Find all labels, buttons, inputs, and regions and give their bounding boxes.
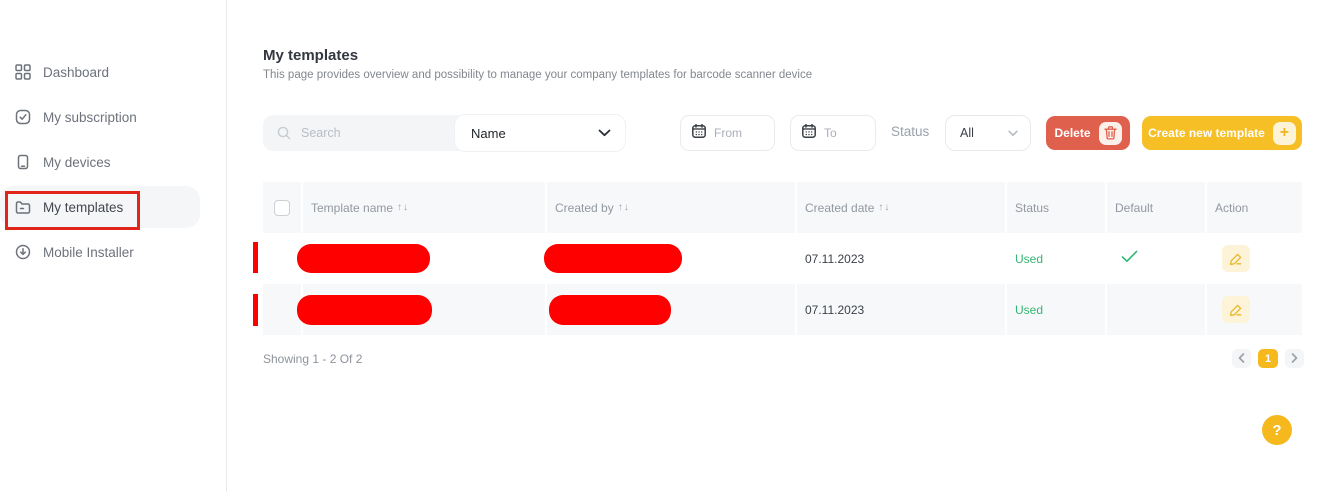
search-icon xyxy=(276,125,292,141)
sidebar-item-label: Dashboard xyxy=(43,65,109,80)
search-field-select-value: Name xyxy=(471,126,506,141)
created-date-value: 07.11.2023 xyxy=(805,303,864,317)
dashboard-grid-icon xyxy=(14,64,31,81)
redaction-block-template-name-row1 xyxy=(297,244,430,273)
sidebar-item-my-subscription[interactable]: My subscription xyxy=(0,96,227,138)
calendar-icon xyxy=(692,124,706,143)
select-all-checkbox[interactable] xyxy=(274,200,290,216)
pagination: 1 xyxy=(1232,349,1304,368)
search-input[interactable] xyxy=(301,126,451,140)
chevron-down-icon xyxy=(1008,124,1018,142)
sidebar-item-label: Mobile Installer xyxy=(43,245,134,260)
status-value: Used xyxy=(1015,303,1043,317)
row-cell-default xyxy=(1105,284,1205,335)
date-from-placeholder: From xyxy=(714,126,742,140)
header-cell-status: Status xyxy=(1005,182,1105,233)
redaction-block-created-by-row2 xyxy=(549,295,671,325)
showing-count-text: Showing 1 - 2 Of 2 xyxy=(263,352,362,366)
row-cell-action xyxy=(1205,284,1302,335)
help-button[interactable]: ? xyxy=(1262,415,1292,445)
column-label: Created date xyxy=(805,201,874,215)
status-value: Used xyxy=(1015,252,1043,266)
page-subtitle: This page provides overview and possibil… xyxy=(263,69,812,81)
delete-button-label: Delete xyxy=(1054,126,1090,140)
row-cell-status: Used xyxy=(1005,233,1105,284)
table-header-row: Template name ↑↓ Created by ↑↓ Created d… xyxy=(263,182,1302,233)
header-cell-checkbox xyxy=(263,182,301,233)
column-label: Action xyxy=(1215,201,1248,215)
status-select[interactable]: All xyxy=(945,115,1031,151)
redaction-sliver-row2 xyxy=(253,294,258,326)
trash-icon xyxy=(1099,122,1122,145)
column-label: Default xyxy=(1115,201,1153,215)
created-date-value: 07.11.2023 xyxy=(805,252,864,266)
templates-table: Template name ↑↓ Created by ↑↓ Created d… xyxy=(263,182,1302,335)
row-cell-created-date: 07.11.2023 xyxy=(795,233,1005,284)
sort-arrows-icon[interactable]: ↑↓ xyxy=(397,202,409,213)
header-cell-template-name[interactable]: Template name ↑↓ xyxy=(301,182,545,233)
redaction-block-created-by-row1 xyxy=(544,244,682,273)
header-cell-created-by[interactable]: Created by ↑↓ xyxy=(545,182,795,233)
search-field-select[interactable]: Name xyxy=(455,115,625,151)
templates-folder-icon xyxy=(14,199,31,216)
edit-pencil-icon[interactable] xyxy=(1222,245,1250,272)
installer-download-icon xyxy=(14,244,31,261)
calendar-icon xyxy=(802,124,816,143)
header-cell-created-date[interactable]: Created date ↑↓ xyxy=(795,182,1005,233)
row-cell-checkbox xyxy=(263,284,301,335)
edit-pencil-icon[interactable] xyxy=(1222,296,1250,323)
sidebar-item-label: My devices xyxy=(43,155,111,170)
chevron-down-icon xyxy=(598,124,611,142)
chevron-left-icon xyxy=(1238,350,1245,368)
chevron-right-icon xyxy=(1291,350,1298,368)
prev-page-button[interactable] xyxy=(1232,349,1251,368)
header-cell-default: Default xyxy=(1105,182,1205,233)
date-from-input[interactable]: From xyxy=(680,115,775,151)
redaction-block-template-name-row2 xyxy=(297,295,432,325)
column-label: Created by xyxy=(555,201,614,215)
plus-icon: + xyxy=(1273,122,1296,145)
redaction-sliver-row1 xyxy=(253,242,258,273)
sidebar-item-my-templates[interactable]: My templates xyxy=(0,186,200,228)
date-to-placeholder: To xyxy=(824,126,837,140)
sort-arrows-icon[interactable]: ↑↓ xyxy=(618,202,630,213)
row-cell-status: Used xyxy=(1005,284,1105,335)
create-button-label: Create new template xyxy=(1148,126,1265,140)
row-cell-default xyxy=(1105,233,1205,284)
subscription-check-icon xyxy=(14,109,31,126)
row-cell-checkbox xyxy=(263,233,301,284)
filter-bar: Name From To Status All xyxy=(263,115,1302,151)
row-cell-created-date: 07.11.2023 xyxy=(795,284,1005,335)
status-label: Status xyxy=(891,124,929,139)
sort-arrows-icon[interactable]: ↑↓ xyxy=(878,202,890,213)
page-title: My templates xyxy=(263,47,358,64)
header-cell-action: Action xyxy=(1205,182,1302,233)
page-number-button[interactable]: 1 xyxy=(1258,349,1278,368)
delete-button[interactable]: Delete xyxy=(1046,116,1130,150)
sidebar: Dashboard My subscription My devices My … xyxy=(0,0,227,492)
row-cell-action xyxy=(1205,233,1302,284)
sidebar-item-label: My subscription xyxy=(43,110,137,125)
sidebar-item-my-devices[interactable]: My devices xyxy=(0,141,227,183)
date-to-input[interactable]: To xyxy=(790,115,876,151)
column-label: Status xyxy=(1015,201,1049,215)
status-select-value: All xyxy=(960,126,974,140)
create-new-template-button[interactable]: Create new template + xyxy=(1142,116,1302,150)
device-phone-icon xyxy=(14,154,31,171)
next-page-button[interactable] xyxy=(1285,349,1304,368)
sidebar-item-mobile-installer[interactable]: Mobile Installer xyxy=(0,231,227,273)
sidebar-item-dashboard[interactable]: Dashboard xyxy=(0,51,227,93)
sidebar-nav: Dashboard My subscription My devices My … xyxy=(0,48,227,276)
column-label: Template name xyxy=(311,201,393,215)
templates-page: Dashboard My subscription My devices My … xyxy=(0,0,1325,492)
sidebar-item-label: My templates xyxy=(43,200,123,215)
default-check-icon xyxy=(1121,250,1138,268)
